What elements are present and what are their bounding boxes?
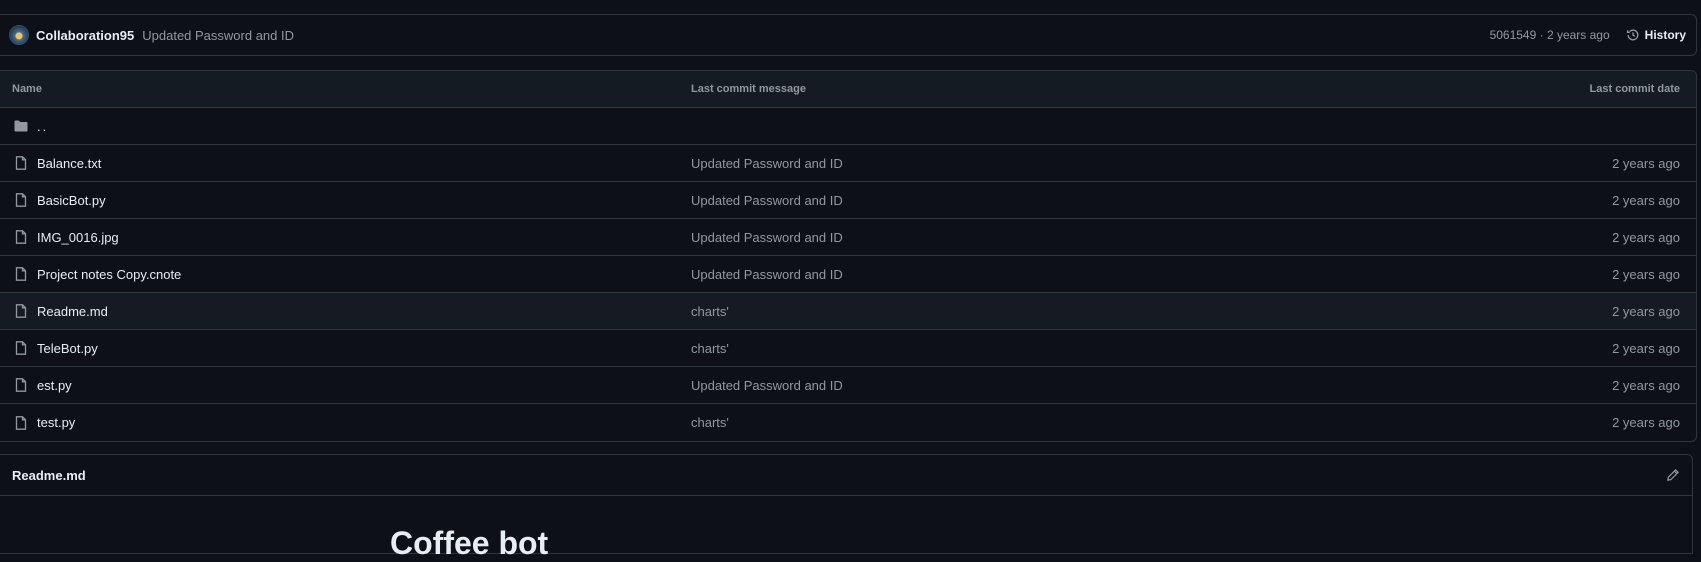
- file-name-link[interactable]: IMG_0016.jpg: [37, 230, 119, 245]
- file-icon: [13, 340, 29, 356]
- file-icon: [13, 303, 29, 319]
- commit-hash-time[interactable]: 5061549 · 2 years ago: [1490, 28, 1610, 42]
- history-label: History: [1644, 28, 1686, 42]
- file-icon: [13, 266, 29, 282]
- table-row[interactable]: TeleBot.py charts' 2 years ago: [0, 330, 1696, 367]
- header-last-commit-message: Last commit message: [691, 83, 806, 95]
- commit-message-link[interactable]: Updated Password and ID: [691, 378, 843, 393]
- commit-message-link[interactable]: Updated Password and ID: [691, 267, 843, 282]
- file-name-link[interactable]: test.py: [37, 415, 75, 430]
- commit-message-link[interactable]: charts': [691, 341, 729, 356]
- file-name-link[interactable]: BasicBot.py: [37, 193, 106, 208]
- edit-readme-button[interactable]: [1666, 468, 1680, 482]
- commit-date: 2 years ago: [1612, 340, 1680, 356]
- readme-panel: Readme.md Coffee bot: [0, 454, 1693, 561]
- commit-message-link[interactable]: Updated Password and ID: [691, 230, 843, 245]
- author-avatar[interactable]: [9, 25, 29, 45]
- commit-date: 2 years ago: [1612, 415, 1680, 430]
- commit-date: 2 years ago: [1612, 192, 1680, 208]
- file-icon: [13, 415, 29, 431]
- table-row[interactable]: IMG_0016.jpg Updated Password and ID 2 yea…: [0, 219, 1696, 256]
- commit-message-link[interactable]: Updated Password and ID: [691, 193, 843, 208]
- table-row[interactable]: Project notes Copy.cnote Updated Password…: [0, 256, 1696, 293]
- table-header: Name Last commit message Last commit dat…: [0, 71, 1696, 108]
- file-name-link[interactable]: Project notes Copy.cnote: [37, 267, 181, 282]
- file-table: Name Last commit message Last commit dat…: [0, 70, 1697, 442]
- latest-commit-bar: Collaboration95 Updated Password and ID …: [0, 14, 1697, 56]
- table-row[interactable]: Readme.md charts' 2 years ago: [0, 293, 1696, 330]
- history-button[interactable]: History: [1626, 28, 1686, 42]
- pencil-icon: [1667, 469, 1679, 481]
- parent-directory-link[interactable]: ..: [37, 119, 48, 134]
- file-name-link[interactable]: Readme.md: [37, 304, 108, 319]
- file-name-link[interactable]: est.py: [37, 378, 72, 393]
- table-row[interactable]: test.py charts' 2 years ago: [0, 404, 1696, 441]
- file-icon: [13, 229, 29, 245]
- commit-message[interactable]: Updated Password and ID: [142, 28, 294, 43]
- commit-message-link[interactable]: charts': [691, 415, 729, 430]
- table-row[interactable]: est.py Updated Password and ID 2 years ago: [0, 367, 1696, 404]
- header-name: Name: [12, 83, 42, 95]
- history-icon: [1626, 29, 1639, 41]
- header-last-commit-date: Last commit date: [1589, 83, 1680, 95]
- readme-header: Readme.md: [0, 455, 1692, 496]
- commit-date: 2 years ago: [1612, 229, 1680, 245]
- commit-message-link[interactable]: Updated Password and ID: [691, 156, 843, 171]
- commit-message-link[interactable]: charts': [691, 304, 729, 319]
- commit-date: 2 years ago: [1612, 303, 1680, 319]
- file-icon: [13, 155, 29, 171]
- readme-heading: Coffee bot: [390, 525, 549, 561]
- file-icon: [13, 192, 29, 208]
- readme-title[interactable]: Readme.md: [12, 468, 86, 483]
- file-name-link[interactable]: Balance.txt: [37, 156, 101, 171]
- table-row[interactable]: Balance.txt Updated Password and ID 2 year…: [0, 145, 1696, 182]
- commit-date: 2 years ago: [1612, 377, 1680, 393]
- parent-directory-row[interactable]: ..: [0, 108, 1696, 145]
- folder-icon: [13, 118, 29, 134]
- commit-date: 2 years ago: [1612, 266, 1680, 282]
- commit-info: 5061549 · 2 years ago History: [1490, 28, 1686, 42]
- table-row[interactable]: BasicBot.py Updated Password and ID 2 year…: [0, 182, 1696, 219]
- commit-date: 2 years ago: [1612, 155, 1680, 171]
- file-icon: [13, 377, 29, 393]
- file-name-link[interactable]: TeleBot.py: [37, 341, 98, 356]
- commit-author[interactable]: Collaboration95: [36, 28, 134, 43]
